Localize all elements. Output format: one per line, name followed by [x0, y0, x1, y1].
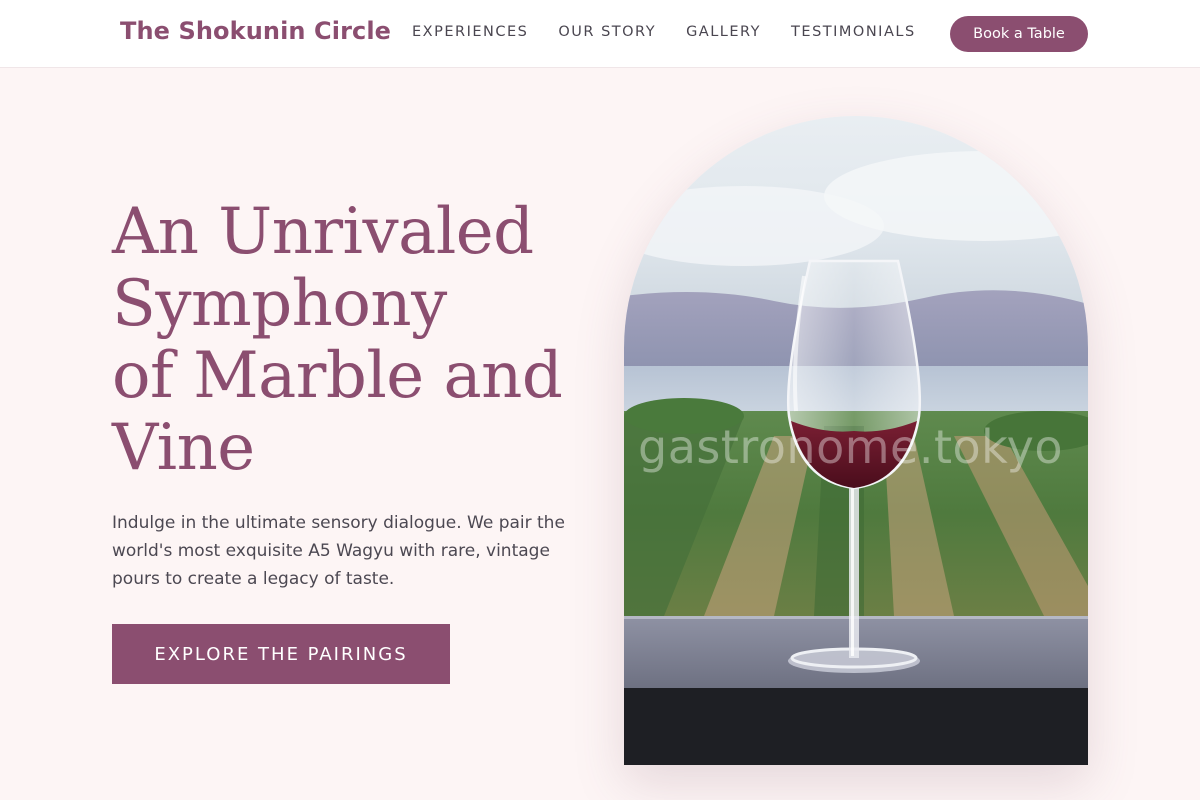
hero-image: [624, 116, 1088, 765]
hero-title-line: Symphony: [112, 267, 447, 341]
hero-description: Indulge in the ultimate sensory dialogue…: [112, 513, 565, 589]
site-logo[interactable]: The Shokunin Circle: [120, 17, 391, 45]
explore-pairings-button[interactable]: EXPLORE THE PAIRINGS: [112, 624, 450, 684]
hero-title-line: of Marble and: [112, 339, 563, 413]
nav-link-experiences[interactable]: EXPERIENCES: [412, 24, 528, 40]
nav-link-our-story[interactable]: OUR STORY: [558, 24, 656, 40]
main-nav: EXPERIENCES OUR STORY GALLERY TESTIMONIA…: [412, 24, 946, 40]
wine-glass-vineyard-photo: [624, 116, 1088, 765]
hero-title-line: An Unrivaled: [112, 195, 534, 269]
nav-link-testimonials[interactable]: TESTIMONIALS: [791, 24, 916, 40]
nav-link-gallery[interactable]: GALLERY: [686, 24, 761, 40]
hero-title: An Unrivaled Symphony of Marble and Vine: [112, 196, 582, 484]
site-header: The Shokunin Circle EXPERIENCES OUR STOR…: [0, 0, 1200, 68]
book-table-button[interactable]: Book a Table: [950, 16, 1088, 52]
hero-title-line: Vine: [112, 411, 255, 485]
